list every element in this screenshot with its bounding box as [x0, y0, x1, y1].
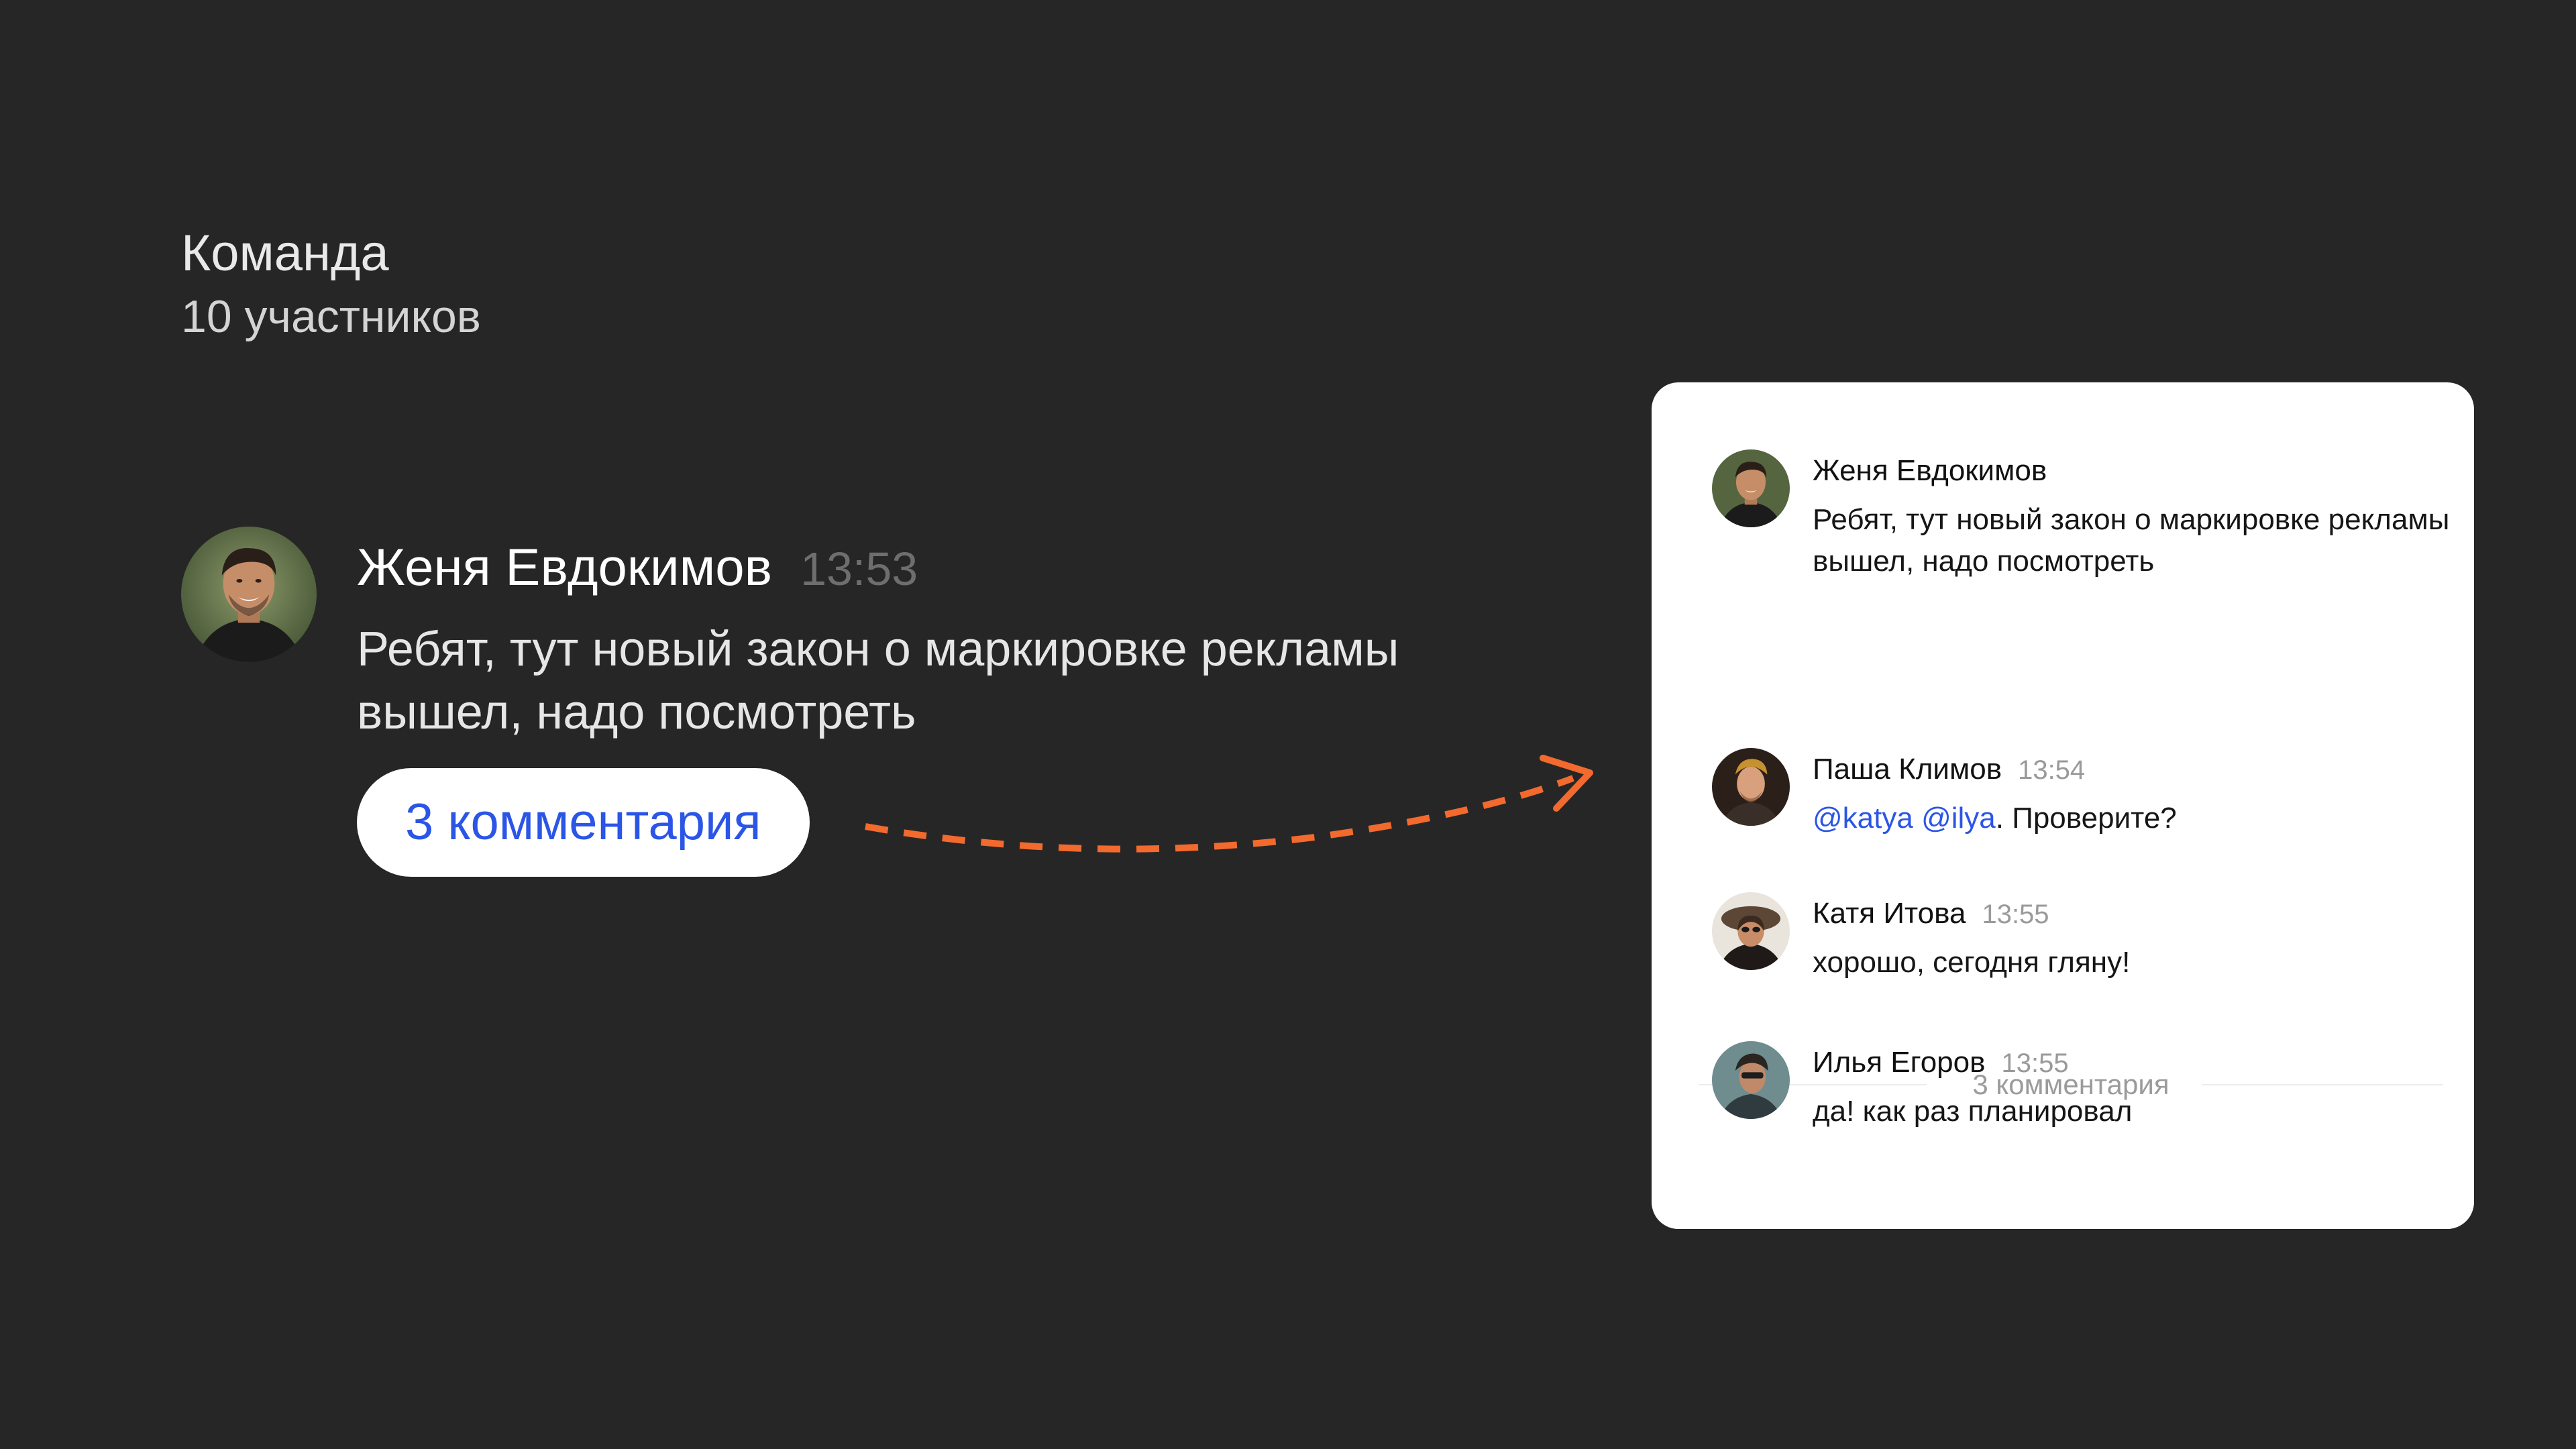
comment-content: Катя Итова 13:55 хорошо, сегодня гляну! — [1813, 892, 2483, 983]
comment-time: 13:54 — [2018, 755, 2086, 785]
stage: Команда 10 участников Женя Евдокимов 13:… — [0, 0, 2576, 1449]
comment-text: хорошо, сегодня гляну! — [1813, 946, 2131, 979]
avatar[interactable] — [1712, 449, 1790, 527]
mention-link[interactable]: @ilya — [1921, 802, 1996, 835]
comment-time: 13:55 — [1982, 900, 2049, 929]
comment-time: 13:55 — [2001, 1049, 2069, 1078]
thread-root-text: Женя Евдокимов Ребят, тут новый закон о … — [1813, 449, 2483, 582]
comment-meta: Катя Итова 13:55 — [1813, 892, 2483, 942]
avatar-photo-zhenya — [1712, 449, 1790, 527]
avatar-photo-zhenya — [181, 527, 317, 662]
message-text: Ребят, тут новый закон о маркировке рекл… — [1813, 503, 2450, 578]
avatar[interactable] — [181, 527, 317, 662]
comment-text: @katya @ilya. Проверите? — [1813, 798, 2483, 839]
comment-meta: Паша Климов 13:54 — [1813, 748, 2483, 798]
chat-title: Команда — [181, 225, 389, 282]
comment-content: Паша Климов 13:54 @katya @ilya. Проверите… — [1813, 748, 2483, 839]
avatar-photo-ilya — [1712, 1041, 1790, 1119]
avatar-photo-pasha — [1712, 748, 1790, 826]
comment-author[interactable]: Катя Итова — [1813, 897, 1966, 930]
main-message-body: Женя Евдокимов 13:53 Ребят, тут новый зак… — [357, 530, 1631, 744]
avatar[interactable] — [1712, 748, 1790, 826]
avatar-photo-katya — [1712, 892, 1790, 970]
chat-header: Команда 10 участников — [181, 221, 481, 347]
message-text: Ребят, тут новый закон о маркировке рекл… — [357, 623, 1399, 739]
mention-link[interactable]: @katya — [1813, 802, 1913, 835]
comment-text: да! как раз планировал — [1813, 1095, 2133, 1128]
chat-members-count: 10 участников — [181, 291, 481, 342]
message-author[interactable]: Женя Евдокимов — [1813, 454, 2047, 487]
thread-panel: Женя Евдокимов Ребят, тут новый закон о … — [1652, 382, 2474, 1229]
avatar[interactable] — [1712, 892, 1790, 970]
comments-button[interactable]: 3 комментария — [357, 768, 810, 877]
comment-text-rest: . Проверите? — [1995, 802, 2177, 835]
comment-content: Илья Егоров 13:55 да! как раз планировал — [1813, 1041, 2483, 1132]
comment-meta: Илья Егоров 13:55 — [1813, 1041, 2483, 1091]
comment-author[interactable]: Илья Егоров — [1813, 1046, 1986, 1079]
message-author[interactable]: Женя Евдокимов — [357, 537, 772, 596]
main-message-meta: Женя Евдокимов 13:53 — [357, 530, 1631, 619]
comment-author[interactable]: Паша Климов — [1813, 753, 2002, 786]
avatar[interactable] — [1712, 1041, 1790, 1119]
thread-root-meta: Женя Евдокимов — [1813, 449, 2483, 499]
message-time: 13:53 — [800, 543, 918, 595]
